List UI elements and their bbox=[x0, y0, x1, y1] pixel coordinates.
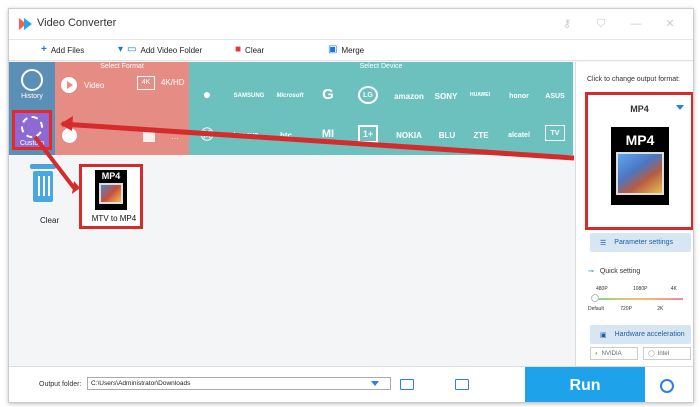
sliders-icon: ☰ bbox=[600, 239, 607, 247]
close-icon[interactable]: ✕ bbox=[663, 17, 677, 31]
play-icon bbox=[61, 77, 77, 93]
mtv-to-mp4-label: MTV to MP4 bbox=[91, 214, 137, 223]
motorola-icon[interactable]: Ⓜ bbox=[199, 126, 215, 142]
device-htc[interactable]: htc bbox=[271, 129, 301, 141]
output-format-title: Click to change output format: bbox=[587, 76, 680, 83]
title-bar: Video Converter ⚷ ⛉ — ✕ bbox=[9, 9, 693, 39]
output-folder-input[interactable]: C:\Users\Administrator\Downloads bbox=[87, 377, 391, 390]
chevron-down-icon bbox=[371, 381, 379, 386]
bottom-bar: Output folder: C:\Users\Administrator\Do… bbox=[9, 366, 693, 402]
select-format-header: Select Format bbox=[100, 63, 144, 70]
device-nokia[interactable]: NOKIA bbox=[391, 129, 427, 141]
device-alcatel[interactable]: alcatel bbox=[502, 129, 536, 141]
hd-format-label: 4K/HD bbox=[161, 78, 185, 87]
device-lenovo[interactable]: Lenovo bbox=[228, 129, 264, 141]
add-files-button[interactable]: + Add Files bbox=[41, 45, 84, 55]
slider-bottom-labels: Default 720P 2K bbox=[588, 306, 664, 312]
device-zte[interactable]: ZTE bbox=[467, 129, 495, 141]
cart-icon[interactable]: ⛉ bbox=[594, 17, 608, 31]
app-title: Video Converter bbox=[37, 17, 117, 29]
hardware-acceleration-label: Hardware acceleration bbox=[614, 331, 685, 338]
select-format-panel: Select Format Video 4K 4K/HD … bbox=[55, 62, 189, 155]
slider-top-labels: 480P 1080P 4K bbox=[596, 286, 677, 292]
run-button[interactable]: Run bbox=[525, 367, 645, 402]
apple-icon[interactable]: ● bbox=[199, 85, 215, 103]
add-video-folder-button[interactable]: ▾ ▭ Add Video Folder bbox=[118, 45, 202, 55]
device-sony[interactable]: SONY bbox=[430, 90, 462, 102]
audio-format-icon[interactable] bbox=[143, 128, 155, 142]
clear-toolbar-button[interactable]: ■ Clear bbox=[235, 45, 264, 55]
folder-add-icon: ▭ bbox=[127, 44, 137, 55]
video-format-label: Video bbox=[84, 80, 105, 90]
device-oneplus[interactable]: 1+ bbox=[358, 125, 378, 143]
device-google[interactable]: G bbox=[317, 85, 339, 103]
add-files-label: Add Files bbox=[50, 45, 85, 55]
key-icon[interactable]: ⚷ bbox=[560, 17, 574, 31]
minimize-icon[interactable]: — bbox=[629, 17, 643, 31]
device-blu[interactable]: BLU bbox=[432, 129, 462, 141]
nvidia-option[interactable]: ◐ NVIDIA bbox=[590, 347, 638, 360]
intel-icon: ◯ bbox=[648, 351, 655, 357]
history-icon bbox=[21, 69, 43, 91]
device-tv[interactable]: TV bbox=[545, 125, 565, 141]
quality-slider-track[interactable] bbox=[593, 298, 683, 300]
device-honor[interactable]: honor bbox=[503, 90, 535, 102]
custom-label: Custom bbox=[19, 140, 45, 147]
nvidia-label: NVIDIA bbox=[601, 350, 622, 357]
device-lg[interactable]: LG bbox=[358, 86, 378, 104]
device-mi[interactable]: MI bbox=[316, 126, 340, 141]
alarm-clock-icon[interactable] bbox=[660, 379, 674, 393]
history-label: History bbox=[21, 93, 43, 100]
video-converter-window: Video Converter ⚷ ⛉ — ✕ + Add Files ▾ ▭ … bbox=[8, 8, 694, 403]
format-partial-label: … bbox=[171, 132, 179, 141]
mtv-badge: MP4 bbox=[101, 171, 121, 181]
video-format-category[interactable]: Video bbox=[61, 77, 104, 93]
clear-toolbar-label: Clear bbox=[245, 45, 265, 55]
clear-list-label: Clear bbox=[40, 216, 60, 225]
mp4-thumbnail-icon: MP4 bbox=[95, 170, 127, 210]
quick-setting-label: ⊸ Quick setting bbox=[588, 268, 641, 275]
web-video-icon[interactable] bbox=[62, 128, 77, 143]
device-samsung[interactable]: SAMSUNG bbox=[228, 90, 270, 102]
nvidia-icon: ◐ bbox=[595, 350, 599, 357]
merge-label: Merge bbox=[341, 45, 365, 55]
select-device-header: Select Device bbox=[359, 63, 403, 70]
browse-folder-icon[interactable] bbox=[400, 379, 414, 390]
intel-option[interactable]: ◯ Intel bbox=[643, 347, 691, 360]
intel-label: Intel bbox=[657, 350, 670, 357]
plus-icon: + bbox=[41, 44, 47, 55]
chip-icon: ▣ bbox=[600, 331, 607, 339]
output-folder-label: Output folder: bbox=[39, 381, 82, 388]
main-toolbar: + Add Files ▾ ▭ Add Video Folder ■ Clear… bbox=[9, 39, 693, 61]
device-microsoft[interactable]: Microsoft bbox=[271, 90, 309, 102]
hardware-acceleration-button[interactable]: ▣ Hardware acceleration bbox=[590, 325, 691, 344]
clear-list-trash-icon[interactable] bbox=[27, 164, 59, 214]
quick-setting-icon: ⊸ bbox=[588, 268, 594, 275]
merge-button[interactable]: ▣ Merge bbox=[328, 45, 364, 55]
parameter-settings-button[interactable]: ☰ Parameter settings bbox=[590, 233, 691, 252]
mp4-format-icon: MP4 bbox=[611, 127, 669, 205]
custom-button[interactable]: Custom bbox=[12, 110, 52, 150]
mp4-format-badge: MP4 bbox=[625, 132, 655, 148]
hd-icon[interactable]: 4K bbox=[137, 76, 155, 90]
select-device-panel: Select Device ● SAMSUNG Microsoft G LG a… bbox=[189, 62, 573, 155]
gear-icon bbox=[21, 116, 43, 138]
device-huawei[interactable]: HUAWEI bbox=[465, 87, 495, 103]
side-category-column: History Custom bbox=[9, 62, 55, 155]
parameter-settings-label: Parameter settings bbox=[614, 239, 674, 246]
mtv-to-mp4-item[interactable]: MP4 MTV to MP4 bbox=[79, 164, 143, 229]
output-format-selector[interactable]: MP4 MP4 bbox=[585, 92, 693, 230]
output-format-panel: Click to change output format: MP4 MP4 ☰… bbox=[575, 62, 693, 366]
device-asus[interactable]: ASUS bbox=[541, 90, 569, 102]
trash-icon: ■ bbox=[235, 44, 242, 55]
add-video-folder-label: Add Video Folder bbox=[140, 45, 203, 55]
dropdown-icon: ▾ bbox=[118, 44, 124, 55]
device-amazon[interactable]: amazon bbox=[391, 90, 427, 102]
history-button[interactable]: History bbox=[12, 65, 52, 105]
open-folder-icon[interactable] bbox=[455, 379, 469, 390]
app-logo-icon bbox=[19, 18, 32, 30]
quality-slider-knob[interactable] bbox=[591, 294, 599, 302]
merge-icon: ▣ bbox=[328, 44, 338, 55]
chevron-down-icon bbox=[676, 105, 684, 110]
